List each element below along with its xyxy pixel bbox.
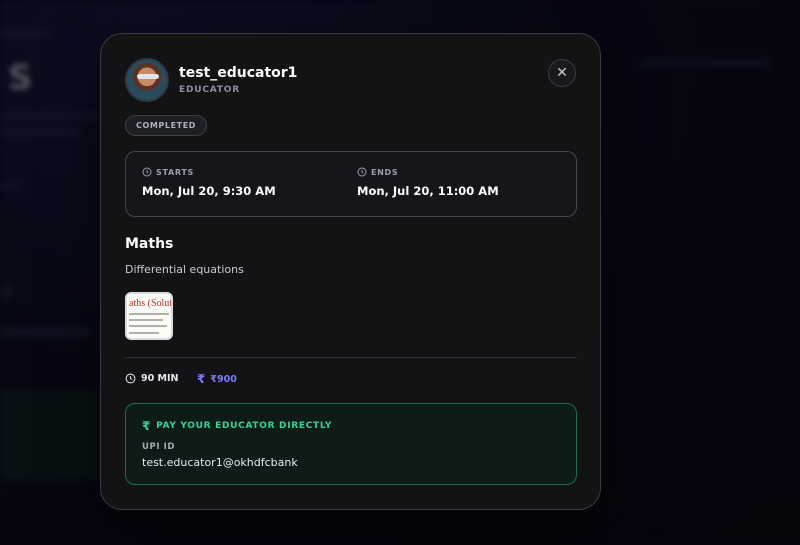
payment-box: ₹ PAY YOUR EDUCATOR DIRECTLY UPI ID test… [125, 403, 577, 485]
session-details-modal: test_educator1 EDUCATOR ✕ COMPLETED STAR… [100, 33, 601, 510]
ends-value: Mon, Jul 20, 11:00 AM [357, 184, 499, 198]
subject-title: Maths [125, 236, 174, 252]
payment-heading: PAY YOUR EDUCATOR DIRECTLY [156, 421, 333, 431]
educator-role: EDUCATOR [179, 85, 240, 95]
rupee-icon: ₹ [142, 419, 152, 433]
avatar-glasses [137, 74, 159, 79]
upi-label: UPI ID [142, 442, 176, 452]
divider [125, 357, 577, 358]
starts-header: STARTS [142, 167, 276, 177]
attachment-thumbnail[interactable]: aths (Solutio [125, 292, 173, 340]
ends-column: ENDS Mon, Jul 20, 11:00 AM [357, 167, 499, 198]
price: ₹ ₹900 [197, 373, 237, 385]
starts-label: STARTS [156, 167, 195, 177]
clock-icon [357, 167, 367, 177]
rupee-icon: ₹ [197, 372, 206, 386]
attachment-text-line [129, 325, 167, 327]
duration-value: 90 MIN [141, 373, 179, 384]
price-value: ₹900 [210, 373, 237, 385]
duration: 90 MIN [125, 373, 178, 384]
close-button[interactable]: ✕ [548, 59, 576, 87]
payment-header: ₹ PAY YOUR EDUCATOR DIRECTLY [142, 420, 332, 432]
schedule-box: STARTS Mon, Jul 20, 9:30 AM ENDS Mon, Ju… [125, 151, 577, 217]
starts-value: Mon, Jul 20, 9:30 AM [142, 184, 276, 198]
attachment-text-line [129, 332, 159, 334]
attachment-text-line [129, 319, 163, 321]
clock-icon [125, 373, 136, 384]
upi-value[interactable]: test.educator1@okhdfcbank [142, 456, 298, 469]
ends-label: ENDS [371, 167, 399, 177]
clock-icon [142, 167, 152, 177]
attachment-title: aths (Solutio [129, 298, 173, 309]
status-badge: COMPLETED [125, 115, 208, 136]
ends-header: ENDS [357, 167, 499, 177]
attachment-text-line [129, 313, 169, 315]
educator-name: test_educator1 [179, 65, 298, 81]
starts-column: STARTS Mon, Jul 20, 9:30 AM [142, 167, 276, 198]
avatar [125, 58, 169, 102]
topic-text: Differential equations [125, 263, 244, 276]
close-icon: ✕ [556, 65, 568, 81]
